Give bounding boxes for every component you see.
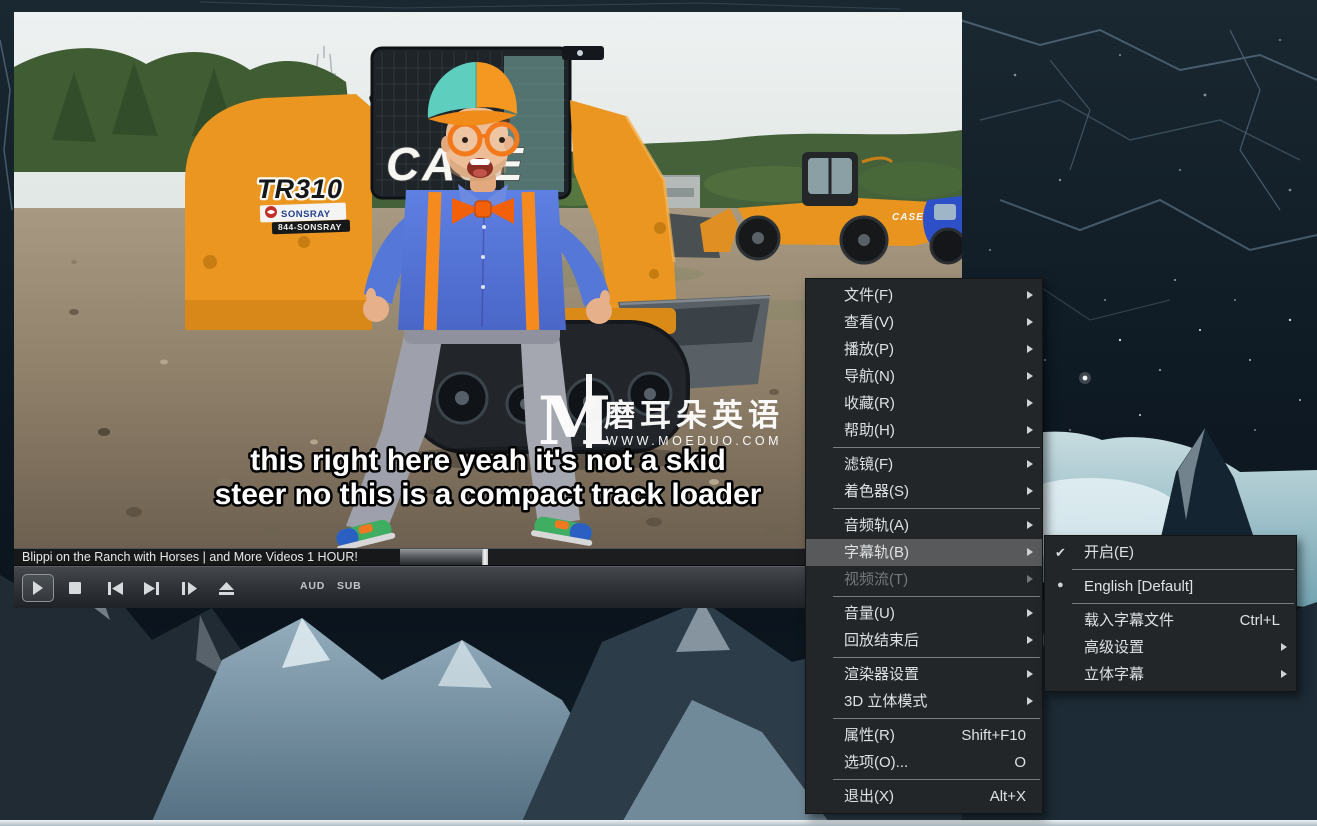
watermark-title: 磨耳朵英语	[604, 398, 784, 433]
submenu-arrow-icon	[1027, 548, 1033, 556]
stop-icon	[69, 582, 81, 594]
submenu-item-load-subtitle-file[interactable]: 载入字幕文件 Ctrl+L	[1045, 607, 1296, 634]
menu-item-filters[interactable]: 滤镜(F)	[806, 451, 1042, 478]
bg-brand-text: CASE	[892, 212, 924, 223]
bottom-edge-strip	[0, 820, 1317, 826]
subtitle-line-2: steer no this is a compact track loader	[215, 478, 762, 511]
seekbar-title: Blippi on the Ranch with Horses | and Mo…	[14, 549, 400, 565]
eject-icon	[219, 582, 234, 595]
subtitle-track-button[interactable]: SUB	[337, 580, 362, 592]
submenu-arrow-icon	[1027, 670, 1033, 678]
submenu-arrow-icon	[1027, 636, 1033, 644]
submenu-arrow-icon	[1027, 399, 1033, 407]
submenu-item-english-default[interactable]: ● English [Default]	[1045, 573, 1296, 600]
submenu-arrow-icon	[1281, 643, 1287, 651]
menu-item-favorites[interactable]: 收藏(R)	[806, 390, 1042, 417]
context-menu: 文件(F) 查看(V) 播放(P) 导航(N) 收藏(R) 帮助(H) 滤镜(F…	[805, 278, 1043, 814]
menu-item-video-stream: 视频流(T)	[806, 566, 1042, 593]
play-button[interactable]	[22, 574, 54, 602]
menu-item-navigate[interactable]: 导航(N)	[806, 363, 1042, 390]
menu-item-file[interactable]: 文件(F)	[806, 282, 1042, 309]
menu-item-view[interactable]: 查看(V)	[806, 309, 1042, 336]
menu-item-volume[interactable]: 音量(U)	[806, 600, 1042, 627]
checkmark-icon: ✔	[1055, 539, 1066, 566]
menu-item-subtitle-track[interactable]: 字幕轨(B)	[806, 539, 1042, 566]
submenu-item-enable[interactable]: ✔ 开启(E)	[1045, 539, 1296, 566]
seekbar-played-range	[400, 549, 482, 565]
menu-item-help[interactable]: 帮助(H)	[806, 417, 1042, 444]
skip-forward-icon	[144, 582, 159, 595]
menu-item-play[interactable]: 播放(P)	[806, 336, 1042, 363]
menu-item-properties[interactable]: 属性(R)Shift+F10	[806, 722, 1042, 749]
model-decal-text: TR310	[257, 174, 343, 204]
submenu-item-stereo-subtitles[interactable]: 立体字幕	[1045, 661, 1296, 688]
stop-button[interactable]	[60, 574, 90, 602]
sonsray-decal: SONSRAY 844-SONSRAY	[260, 203, 350, 235]
submenu-item-advanced-settings[interactable]: 高级设置	[1045, 634, 1296, 661]
submenu-arrow-icon	[1027, 697, 1033, 705]
submenu-arrow-icon	[1027, 291, 1033, 299]
submenu-arrow-icon	[1027, 345, 1033, 353]
subtitle-line-1: this right here yeah it's not a skid	[250, 444, 726, 477]
menu-item-after-playback[interactable]: 回放结束后	[806, 627, 1042, 654]
menu-separator	[1072, 569, 1294, 570]
submenu-arrow-icon	[1027, 575, 1033, 583]
audio-track-button[interactable]: AUD	[300, 580, 325, 592]
radio-bullet-icon: ●	[1057, 572, 1064, 599]
previous-button[interactable]	[100, 574, 130, 602]
submenu-arrow-icon	[1281, 670, 1287, 678]
menu-separator	[833, 779, 1040, 780]
menu-item-shaders[interactable]: 着色器(S)	[806, 478, 1042, 505]
menu-item-renderer-settings[interactable]: 渲染器设置	[806, 661, 1042, 688]
skip-back-icon	[108, 582, 123, 595]
submenu-arrow-icon	[1027, 609, 1033, 617]
submenu-arrow-icon	[1027, 521, 1033, 529]
menu-item-options[interactable]: 选项(O)...O	[806, 749, 1042, 776]
menu-item-exit[interactable]: 退出(X)Alt+X	[806, 783, 1042, 810]
svg-text:844-SONSRAY: 844-SONSRAY	[278, 222, 342, 232]
submenu-arrow-icon	[1027, 372, 1033, 380]
menu-separator	[833, 657, 1040, 658]
menu-separator	[1072, 603, 1294, 604]
step-icon	[182, 582, 197, 595]
menu-separator	[833, 508, 1040, 509]
submenu-arrow-icon	[1027, 460, 1033, 468]
menu-separator	[833, 447, 1040, 448]
next-button[interactable]	[136, 574, 166, 602]
submenu-arrow-icon	[1027, 318, 1033, 326]
menu-item-audio-track[interactable]: 音频轨(A)	[806, 512, 1042, 539]
frame-step-button[interactable]	[174, 574, 204, 602]
svg-text:SONSRAY: SONSRAY	[281, 209, 331, 220]
submenu-arrow-icon	[1027, 426, 1033, 434]
submenu-arrow-icon	[1027, 487, 1033, 495]
menu-separator	[833, 718, 1040, 719]
video-subtitles: this right here yeah it's not a skid ste…	[215, 444, 762, 511]
eject-button[interactable]	[211, 574, 241, 602]
play-icon	[32, 581, 44, 595]
subtitle-track-submenu: ✔ 开启(E) ● English [Default] 载入字幕文件 Ctrl+…	[1044, 535, 1297, 692]
menu-separator	[833, 596, 1040, 597]
menu-item-3d-mode[interactable]: 3D 立体模式	[806, 688, 1042, 715]
seekbar-thumb[interactable]	[482, 549, 488, 565]
